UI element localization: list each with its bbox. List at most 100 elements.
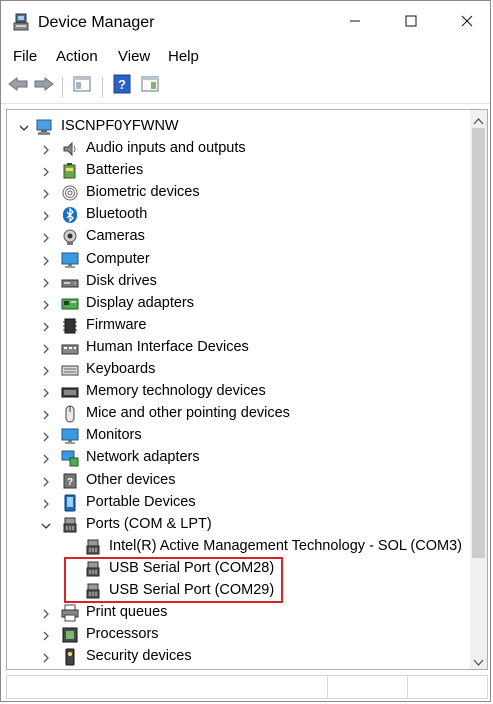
chevron-right-icon[interactable] [41,209,51,221]
tree-category-label: Cameras [86,228,145,244]
minimize-button[interactable] [332,7,378,39]
tree-category-row[interactable]: Audio inputs and outputs [7,138,469,160]
device-tree[interactable]: ISCNPF0YFWNW Audio inputs and outputs Bat… [6,109,488,670]
computer-icon [35,118,53,136]
tree-category-row[interactable]: Bluetooth [7,204,469,226]
close-button[interactable] [444,7,490,39]
bluetooth-icon [61,206,79,224]
tree-category-label: Disk drives [86,273,157,289]
close-icon [461,14,473,32]
tree-category-row[interactable]: Human Interface Devices [7,337,469,359]
tree-category-row[interactable]: Portable Devices [7,492,469,514]
tree-category-label: Bluetooth [86,206,148,222]
tree-category-label: Audio inputs and outputs [86,140,246,156]
chevron-right-icon[interactable] [41,430,51,442]
tree-category-row[interactable]: Computer [7,249,469,271]
chevron-right-icon[interactable] [41,497,51,509]
tree-category-row[interactable]: Batteries [7,160,469,182]
menu-view[interactable]: View [118,48,150,65]
tree-category-row[interactable]: Monitors [7,425,469,447]
highlight-box [64,557,283,603]
toolbar-separator [102,77,103,97]
minimize-icon [349,14,361,32]
chevron-right-icon[interactable] [41,607,51,619]
tree-category-label: Biometric devices [86,184,200,200]
tree-device-row[interactable]: Intel(R) Active Management Technology - … [7,536,469,558]
chevron-right-icon[interactable] [41,629,51,641]
tree-category-label: Network adapters [86,449,200,465]
help-button[interactable]: ? [111,74,133,97]
action-pane-button[interactable] [139,75,161,97]
maximize-icon [405,14,417,32]
tree-category-row[interactable]: Mice and other pointing devices [7,403,469,425]
chevron-right-icon[interactable] [41,364,51,376]
chevron-right-icon[interactable] [41,231,51,243]
tree-category-row[interactable]: Memory technology devices [7,381,469,403]
show-hide-console-tree-button[interactable] [71,75,93,97]
portable-device-icon [61,494,79,512]
chevron-right-icon[interactable] [41,452,51,464]
tree-category-row[interactable]: Disk drives [7,271,469,293]
back-button[interactable] [7,75,29,97]
monitor-icon [61,427,79,445]
menu-help[interactable]: Help [168,48,199,65]
scroll-down-icon[interactable] [473,655,484,666]
chevron-right-icon[interactable] [41,143,51,155]
chip-icon [61,317,79,335]
tree-category-row[interactable]: ? Other devices [7,470,469,492]
menu-action[interactable]: Action [56,48,98,65]
chevron-down-icon[interactable] [19,121,29,131]
chevron-right-icon[interactable] [41,276,51,288]
tree-category-label: Other devices [86,472,176,488]
chevron-right-icon[interactable] [41,320,51,332]
tree-category-row[interactable]: Display adapters [7,293,469,315]
chevron-right-icon[interactable] [41,342,51,354]
chevron-right-icon[interactable] [41,475,51,487]
tree-category-row[interactable]: Biometric devices [7,182,469,204]
maximize-button[interactable] [388,7,434,39]
tree-category-label: Processors [86,626,159,642]
tree-category-row[interactable]: Ports (COM & LPT) [7,514,469,536]
monitor-icon [61,251,79,269]
scroll-up-icon[interactable] [473,114,484,125]
scrollbar-thumb[interactable] [472,128,485,558]
chevron-right-icon[interactable] [41,165,51,177]
tree-category-row[interactable]: Cameras [7,226,469,248]
unknown-device-icon: ? [61,472,79,490]
tree-category-row[interactable]: Processors [7,624,469,646]
device-manager-window: Device Manager File Action View Help ? I… [0,0,491,702]
chevron-down-icon[interactable] [41,519,51,529]
processor-icon [61,626,79,644]
back-arrow-icon [8,76,28,97]
tree-category-label: Human Interface Devices [86,339,249,355]
chevron-right-icon[interactable] [41,651,51,663]
port-icon [84,538,102,556]
status-section [327,676,328,698]
chevron-right-icon[interactable] [41,298,51,310]
title-bar[interactable]: Device Manager [1,1,490,45]
tree-category-row[interactable]: Security devices [7,646,469,668]
tree-root-label: ISCNPF0YFWNW [61,118,179,134]
camera-icon [61,228,79,246]
security-key-icon [61,648,79,666]
tree-root-row[interactable]: ISCNPF0YFWNW [7,116,469,138]
chevron-right-icon[interactable] [41,408,51,420]
forward-button[interactable] [33,75,55,97]
port-icon [61,516,79,534]
tree-category-row[interactable]: Network adapters [7,447,469,469]
memory-icon [61,383,79,401]
tree-category-label: Print queues [86,604,168,620]
tree-category-label: Memory technology devices [86,383,266,399]
console-tree-icon [73,76,91,97]
chevron-right-icon[interactable] [41,386,51,398]
chevron-right-icon[interactable] [41,187,51,199]
menu-file[interactable]: File [13,48,37,65]
tree-category-label: Ports (COM & LPT) [86,516,212,532]
chevron-right-icon[interactable] [41,254,51,266]
tree-category-row[interactable]: Keyboards [7,359,469,381]
tree-category-row[interactable]: Print queues [7,602,469,624]
svg-text:?: ? [67,477,73,488]
vertical-scrollbar[interactable] [470,110,487,669]
tree-category-label: Firmware [86,317,147,333]
tree-category-row[interactable]: Firmware [7,315,469,337]
